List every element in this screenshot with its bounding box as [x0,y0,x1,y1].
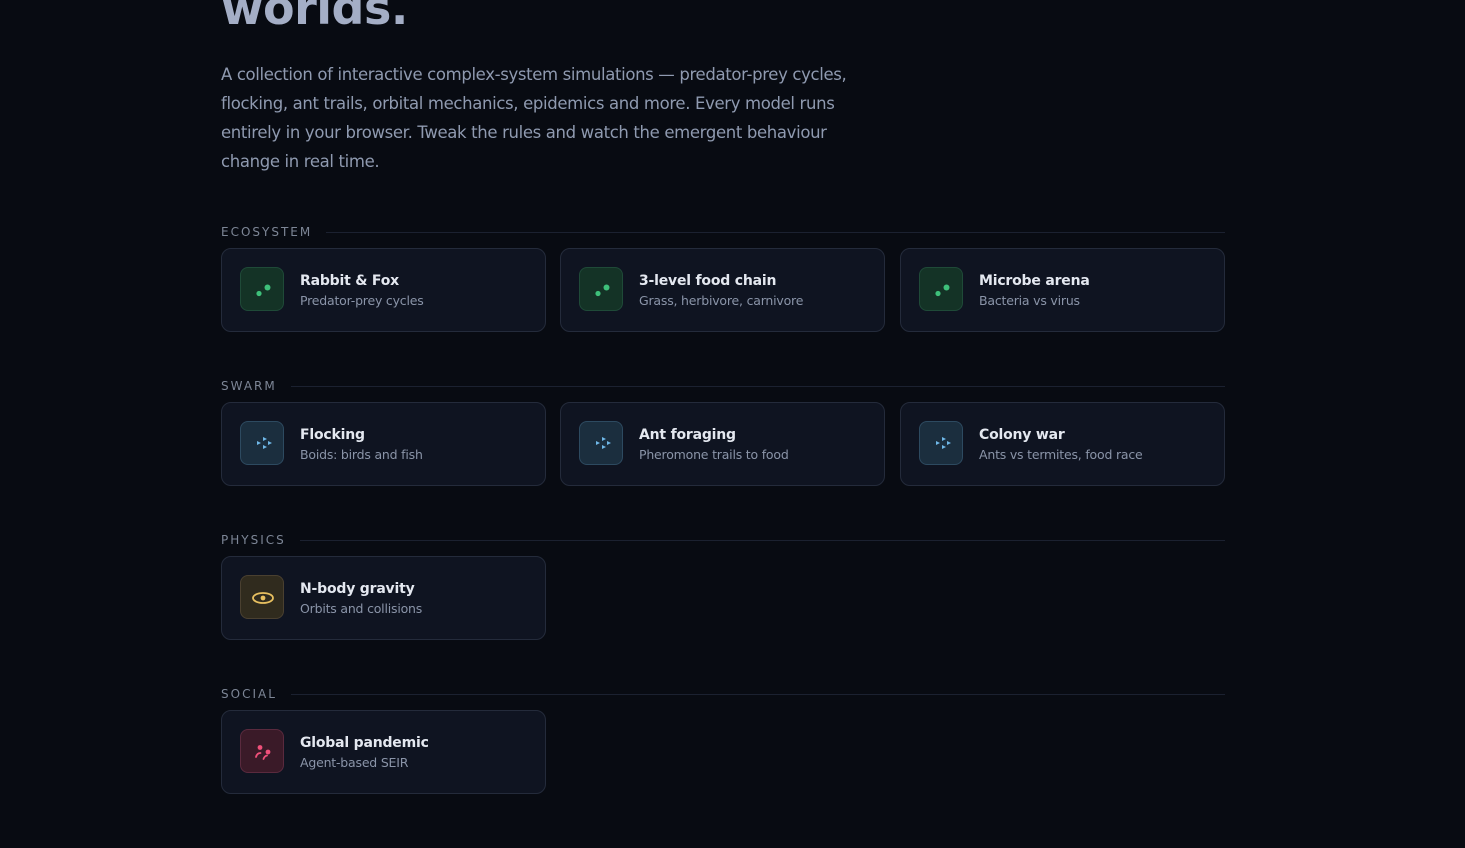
orbit-icon [240,575,284,619]
card-grid: Global pandemic Agent-based SEIR [221,710,1225,794]
dots-icon [919,267,963,311]
card-subtitle: Ants vs termites, food race [979,447,1143,462]
section-header: PHYSICS [221,532,1225,548]
section-label: PHYSICS [221,533,286,547]
card-title: N-body gravity [300,581,415,597]
card-title: Ant foraging [639,427,736,443]
section-divider [299,539,1225,541]
sim-card-microbe-arena[interactable]: Microbe arena Bacteria vs virus [900,248,1225,332]
section-header: SOCIAL [221,686,1225,702]
section-divider [290,385,1225,387]
sim-card-food-chain[interactable]: 3-level food chain Grass, herbivore, car… [560,248,885,332]
dots-icon [240,267,284,311]
card-grid: Flocking Boids: birds and fish Ant forag… [221,402,1225,486]
sim-card-colony-war[interactable]: Colony war Ants vs termites, food race [900,402,1225,486]
card-subtitle: Grass, herbivore, carnivore [639,293,804,308]
people-icon [240,729,284,773]
sim-card-n-body-gravity[interactable]: N-body gravity Orbits and collisions [221,556,546,640]
dots-icon [579,267,623,311]
section-divider [326,231,1225,233]
page: worlds. A collection of interactive comp… [0,0,1465,848]
section-divider [290,693,1225,695]
card-title: Microbe arena [979,273,1090,289]
arrows-icon [579,421,623,465]
sim-card-ant-foraging[interactable]: Ant foraging Pheromone trails to food [560,402,885,486]
card-title: Global pandemic [300,735,429,751]
section-swarm: SWARM Flocking Boids: birds and fish Ant… [221,378,1225,486]
card-subtitle: Boids: birds and fish [300,447,423,462]
section-header: SWARM [221,378,1225,394]
section-social: SOCIAL Global pandemic Agent-based SEIR [221,686,1225,794]
card-title: Colony war [979,427,1065,443]
hero-description: A collection of interactive complex-syst… [221,65,847,171]
section-label: SOCIAL [221,687,277,701]
section-label: ECOSYSTEM [221,225,313,239]
arrows-icon [240,421,284,465]
card-grid: N-body gravity Orbits and collisions [221,556,1225,640]
section-ecosystem: ECOSYSTEM Rabbit & Fox Predator-prey cyc… [221,224,1225,332]
hero-title: worlds. [221,0,408,35]
card-grid: Rabbit & Fox Predator-prey cycles 3-leve… [221,248,1225,332]
arrows-icon [919,421,963,465]
section-header: ECOSYSTEM [221,224,1225,240]
card-title: Flocking [300,427,365,443]
sim-card-global-pandemic[interactable]: Global pandemic Agent-based SEIR [221,710,546,794]
card-title: 3-level food chain [639,273,777,289]
card-subtitle: Pheromone trails to food [639,447,789,462]
card-subtitle: Agent-based SEIR [300,755,409,770]
section-physics: PHYSICS N-body gravity Orbits and collis… [221,532,1225,640]
card-subtitle: Bacteria vs virus [979,293,1080,308]
sim-card-rabbit-fox[interactable]: Rabbit & Fox Predator-prey cycles [221,248,546,332]
card-subtitle: Predator-prey cycles [300,293,424,308]
card-title: Rabbit & Fox [300,273,399,289]
section-label: SWARM [221,379,277,393]
card-subtitle: Orbits and collisions [300,601,423,616]
sim-card-flocking[interactable]: Flocking Boids: birds and fish [221,402,546,486]
